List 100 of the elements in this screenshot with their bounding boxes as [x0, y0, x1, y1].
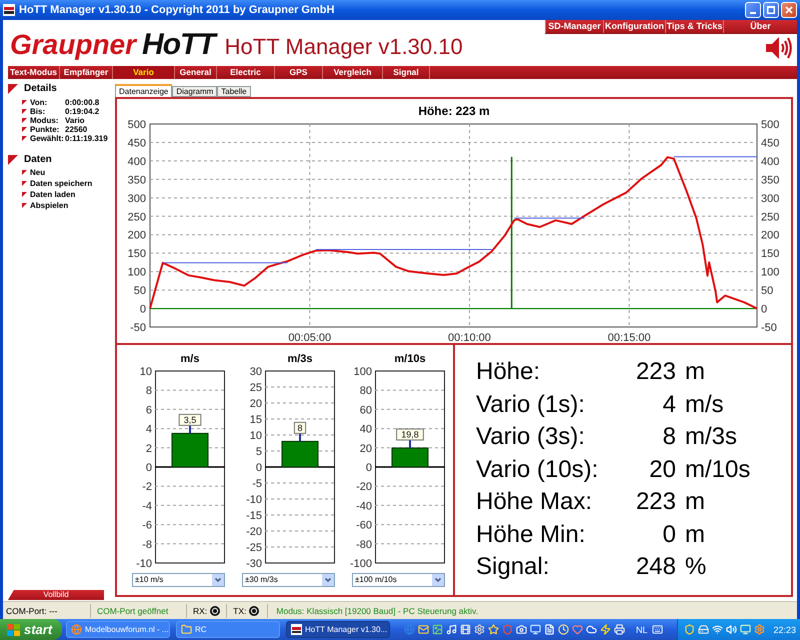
close-button[interactable]	[781, 2, 797, 18]
axis-tick-label: 20	[360, 442, 372, 455]
star-icon[interactable]	[488, 624, 499, 635]
axis-tick-label: -10	[136, 558, 152, 569]
action-link[interactable]: Daten speichern	[30, 179, 92, 188]
top-menu-tab[interactable]: SD-Manager	[545, 20, 603, 33]
language-indicator[interactable]: NL	[636, 624, 648, 634]
axis-tick-label: 100	[127, 266, 146, 279]
axis-tick-label: -20	[356, 481, 372, 494]
view-tab[interactable]: Tabelle	[217, 86, 251, 97]
reading-unit: m/10s	[685, 456, 750, 484]
top-menu-tab[interactable]: Konfiguration	[603, 20, 665, 33]
nav-tab[interactable]: Text-Modus	[8, 66, 60, 79]
camera-icon[interactable]	[516, 624, 527, 635]
action-link[interactable]: Abspielen	[30, 201, 68, 210]
image-icon[interactable]	[432, 624, 443, 635]
axis-tick-label: 80	[360, 385, 372, 398]
bullet-icon	[22, 118, 27, 123]
axis-tick-label: 450	[127, 137, 146, 150]
nav-tab[interactable]: Electric	[217, 66, 275, 79]
detail-label: Punkte:	[30, 125, 60, 134]
reading-value: 0	[662, 520, 676, 549]
settings-icon[interactable]	[474, 624, 485, 635]
axis-tick-label: 2	[146, 442, 152, 455]
speaker-icon[interactable]	[726, 624, 738, 635]
reading-unit: m/3s	[685, 423, 738, 452]
cloud-icon[interactable]	[586, 624, 597, 635]
mail-icon[interactable]	[418, 624, 429, 635]
speaker-icon	[766, 37, 792, 59]
value-label: 19,8	[396, 428, 424, 448]
printer-icon[interactable]	[614, 624, 625, 635]
range-dropdown[interactable]: ±10 m/s	[132, 573, 225, 587]
axis-tick-label: -30	[246, 558, 262, 569]
range-dropdown[interactable]: ±30 m/3s	[242, 573, 335, 587]
film-icon[interactable]	[460, 624, 471, 635]
value-label: 8	[294, 422, 306, 442]
fullscreen-button[interactable]: Vollbild	[8, 590, 104, 600]
axis-tick-label: 300	[760, 192, 779, 205]
view-tab[interactable]: Diagramm	[172, 86, 218, 97]
axis-tick-label: -8	[142, 538, 152, 551]
document-icon[interactable]	[544, 624, 555, 635]
music-icon[interactable]	[446, 624, 457, 635]
monitor-icon[interactable]	[530, 624, 541, 635]
maximize-button[interactable]	[763, 2, 779, 18]
detail-label: Gewählt:	[30, 134, 64, 143]
sound-button[interactable]	[766, 37, 792, 59]
lightning-icon[interactable]	[600, 624, 611, 635]
axis-tick-label: 10	[140, 366, 152, 378]
drive-icon[interactable]	[698, 624, 710, 635]
axis-tick-label: -100	[350, 558, 372, 569]
axis-tick-label: 150	[760, 248, 779, 260]
axis-tick-label: 250	[760, 211, 779, 224]
taskbar-button[interactable]: RC	[176, 621, 280, 638]
connection-status: COM-Port geöffnet	[97, 606, 168, 616]
axis-tick-label: 50	[133, 285, 146, 298]
start-button[interactable]: start	[0, 619, 62, 640]
axis-tick-label: 450	[760, 137, 779, 150]
wifi-icon[interactable]	[712, 624, 724, 635]
window-icon	[291, 624, 302, 635]
axis-tick-label: 00:05:00	[288, 332, 331, 344]
reading-label: Höhe:	[476, 358, 540, 386]
axis-tick-label: -10	[246, 494, 262, 506]
nav-tab[interactable]: Signal	[383, 66, 430, 79]
clock-icon[interactable]	[558, 624, 569, 635]
detail-value: 0:19:04.2	[65, 107, 100, 116]
taskbar-button[interactable]: Modelbouwforum.nl - ...	[66, 621, 170, 638]
reading-label: Vario (3s):	[476, 423, 585, 452]
nav-tab[interactable]: Vergleich	[323, 66, 383, 79]
bullet-icon	[22, 100, 27, 105]
section-marker-icon	[8, 84, 18, 94]
chart-title: Höhe: 223 m	[418, 104, 490, 119]
axis-tick-label: 500	[127, 119, 146, 131]
axis-tick-label: 100	[760, 266, 779, 279]
close-icon	[785, 6, 793, 14]
action-link[interactable]: Neu	[30, 168, 46, 177]
range-dropdown[interactable]: ±100 m/10s	[352, 573, 445, 587]
action-link[interactable]: Daten laden	[30, 190, 76, 199]
axis-tick-label: 8	[146, 385, 152, 398]
axis-tick-label: 50	[760, 285, 773, 298]
clock: 22:23	[773, 624, 796, 634]
section-title: Daten	[24, 154, 52, 166]
nav-tab[interactable]: Vario	[113, 66, 175, 79]
nav-tab[interactable]: General	[175, 66, 217, 79]
minimize-button[interactable]	[745, 2, 761, 18]
monitor-icon[interactable]	[740, 624, 752, 635]
view-tab[interactable]: Datenanzeige	[115, 84, 172, 97]
nav-tab[interactable]: GPS	[275, 66, 323, 79]
top-menu-tab[interactable]: Tips & Tricks	[665, 20, 723, 33]
keyboard-icon[interactable]	[652, 624, 663, 635]
taskbar-button[interactable]: HoTT Manager v1.30...	[286, 621, 390, 638]
reading-label: Vario (1s):	[476, 390, 585, 419]
brand-logo: Graupner	[10, 30, 136, 60]
top-menu-tab[interactable]: Über	[723, 20, 797, 33]
axis-tick-label: 300	[127, 192, 146, 205]
reading-unit: m	[685, 358, 705, 386]
detail-value: 22560	[65, 125, 88, 134]
reading-value: 8	[662, 423, 676, 452]
axis-tick-label: -60	[356, 520, 372, 532]
gauge-title: m/s	[180, 353, 200, 365]
reading-unit: m	[685, 520, 705, 549]
